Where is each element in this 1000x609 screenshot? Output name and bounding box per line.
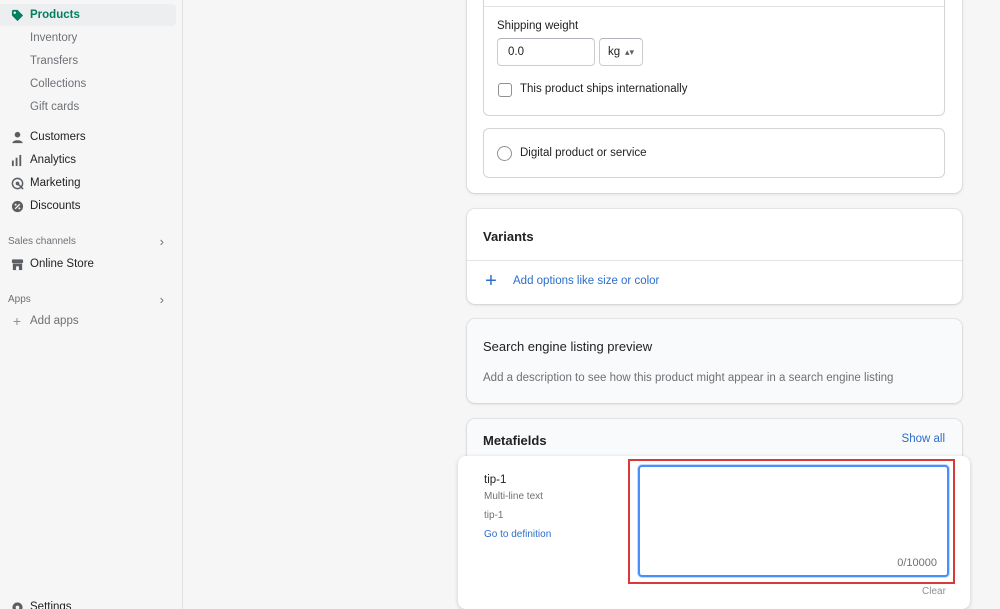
sidebar-item-analytics[interactable]: Analytics	[0, 149, 176, 171]
digital-product-radio[interactable]	[497, 145, 512, 161]
metafield-type: Multi-line text	[484, 491, 543, 502]
sidebar-item-marketing[interactable]: Marketing	[0, 172, 176, 194]
chevron-right-icon[interactable]: ›	[160, 234, 164, 249]
show-all-link[interactable]: Show all	[902, 433, 945, 445]
sidebar-item-label: Customers	[30, 131, 86, 143]
apps-header: Apps ›	[0, 291, 176, 307]
sidebar-item-label: Online Store	[30, 258, 94, 270]
divider	[484, 6, 944, 7]
plus-icon: +	[485, 270, 497, 292]
sidebar-item-collections[interactable]: Collections	[30, 75, 86, 93]
metafield-key: tip-1	[484, 510, 504, 521]
physical-product-box: Shipping weight 0.0 kg ▴▾ This product s…	[483, 0, 945, 116]
select-caret-icon: ▴▾	[624, 47, 634, 57]
section-label: Sales channels	[8, 235, 76, 247]
sidebar-item-transfers[interactable]: Transfers	[30, 52, 78, 70]
weight-unit-select[interactable]: kg ▴▾	[599, 38, 643, 66]
bar-chart-icon	[10, 153, 24, 167]
ships-internationally-label: This product ships internationally	[520, 83, 688, 95]
variants-title: Variants	[483, 229, 534, 244]
section-label: Apps	[8, 293, 31, 305]
person-icon	[10, 130, 24, 144]
plus-icon: +	[12, 313, 22, 329]
sales-channels-header: Sales channels ›	[0, 233, 176, 249]
clear-button[interactable]: Clear	[922, 586, 946, 597]
target-icon	[10, 176, 24, 190]
sidebar-item-online-store[interactable]: Online Store	[0, 253, 176, 275]
add-apps-label: Add apps	[30, 315, 79, 327]
sidebar-nav: Products Inventory Transfers Collections…	[0, 0, 183, 609]
digital-product-option[interactable]: Digital product or service	[483, 128, 945, 178]
chevron-right-icon[interactable]: ›	[160, 292, 164, 307]
add-options-label: Add options like size or color	[513, 275, 660, 287]
divider	[467, 260, 962, 261]
seo-preview-description: Add a description to see how this produc…	[483, 372, 894, 384]
add-options-button[interactable]: + Add options like size or color	[483, 270, 660, 292]
sidebar-item-discounts[interactable]: Discounts	[0, 195, 176, 217]
character-counter: 0/10000	[897, 557, 937, 569]
seo-preview-title: Search engine listing preview	[483, 339, 653, 354]
store-icon	[10, 257, 24, 271]
shipping-weight-label: Shipping weight	[497, 20, 579, 32]
sidebar-item-products[interactable]: Products	[0, 4, 176, 26]
gear-icon	[10, 600, 24, 609]
sidebar-item-gift-cards[interactable]: Gift cards	[30, 98, 79, 116]
sidebar-item-label: Products	[30, 9, 80, 21]
sidebar-item-label: Discounts	[30, 200, 81, 212]
metafield-name: tip-1	[484, 474, 507, 486]
variants-card: Variants + Add options like size or colo…	[467, 209, 962, 304]
add-apps-button[interactable]: + Add apps	[0, 312, 176, 330]
sidebar-item-customers[interactable]: Customers	[0, 126, 176, 148]
go-to-definition-link[interactable]: Go to definition	[484, 529, 551, 540]
sidebar-item-label: Analytics	[30, 154, 77, 166]
sidebar-item-label: Marketing	[30, 177, 81, 189]
weight-unit-value: kg	[608, 46, 621, 58]
seo-preview-card: Search engine listing preview Add a desc…	[467, 319, 962, 403]
shipping-weight-input[interactable]: 0.0	[497, 38, 595, 66]
discount-icon	[10, 199, 24, 213]
sidebar-item-settings[interactable]: Settings	[0, 596, 176, 609]
metafield-value-textarea[interactable]: 0/10000	[638, 465, 949, 577]
sidebar-item-label: Settings	[30, 601, 72, 609]
tag-icon	[10, 8, 24, 22]
ships-internationally-checkbox[interactable]	[498, 83, 512, 97]
metafield-row: tip-1 Multi-line text tip-1 Go to defini…	[458, 456, 970, 609]
metafields-title: Metafields	[483, 433, 547, 448]
shipping-card: Shipping weight 0.0 kg ▴▾ This product s…	[467, 0, 962, 193]
digital-product-label: Digital product or service	[520, 147, 647, 159]
sidebar-item-inventory[interactable]: Inventory	[30, 29, 77, 47]
